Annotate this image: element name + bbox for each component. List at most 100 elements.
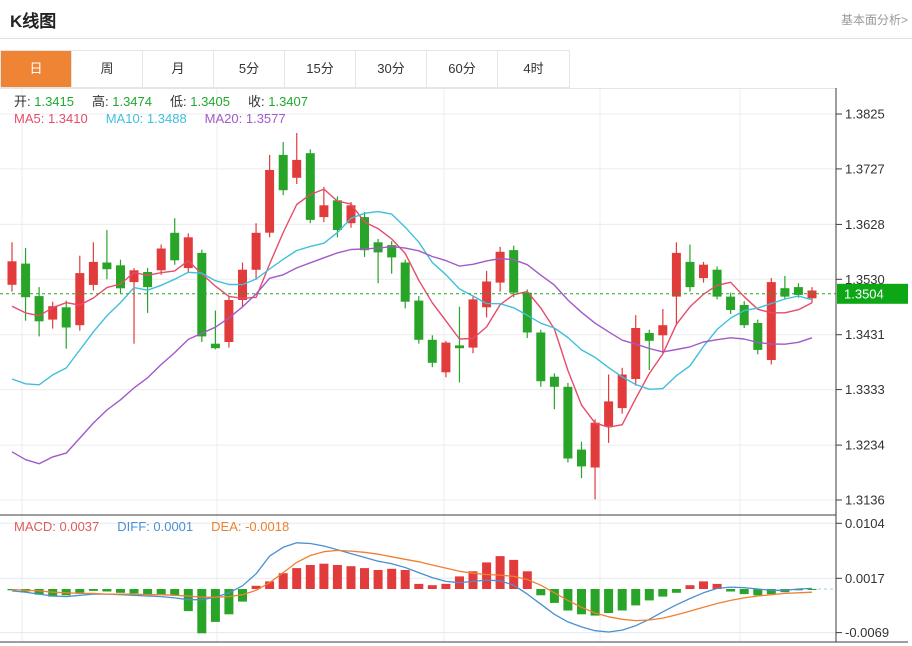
tab-day[interactable]: 日 <box>1 51 72 87</box>
macd-bar <box>658 589 667 597</box>
macd-bar <box>577 589 586 614</box>
ohlc-legend-item: 开: 1.3415 <box>14 91 74 110</box>
tab-month[interactable]: 月 <box>143 51 214 87</box>
macd-bar <box>536 589 545 595</box>
macd-bar <box>441 584 450 589</box>
candle-body <box>645 333 654 341</box>
macd-bar <box>130 589 139 593</box>
macd-bar <box>387 569 396 589</box>
candle-body <box>21 264 30 298</box>
macd-bar <box>292 568 301 589</box>
candle-body <box>401 263 410 302</box>
macd-legend-item: DEA: -0.0018 <box>211 519 289 534</box>
tab-5min[interactable]: 5分 <box>214 51 285 87</box>
macd-bar <box>482 562 491 589</box>
ma-legend-item: MA20: 1.3577 <box>205 111 286 126</box>
candle-body <box>414 301 423 340</box>
header-divider <box>0 38 912 39</box>
candle-body <box>780 288 789 296</box>
candle-body <box>631 328 640 379</box>
macd-bar <box>374 570 383 589</box>
candle-body <box>591 423 600 468</box>
candle-body <box>536 333 545 382</box>
ma-legend-item: MA5: 1.3410 <box>14 111 88 126</box>
macd-bar <box>631 589 640 605</box>
page-title: K线图 <box>10 7 56 32</box>
candle-body <box>62 307 71 327</box>
candle-body <box>550 377 559 387</box>
candle-body <box>563 387 572 459</box>
ohlc-legend-item: 低: 1.3405 <box>170 91 230 110</box>
macd-bar <box>197 589 206 633</box>
kline-panel: K线图 基本面分析> 日周月5分15分30分60分4时 1.38251.3727… <box>0 0 912 646</box>
macd-bar <box>604 589 613 613</box>
candle-body <box>75 273 84 325</box>
candle-body <box>686 262 695 287</box>
macd-bar <box>319 564 328 589</box>
axis-label: 1.3628 <box>845 217 885 232</box>
ma-legend-item: MA10: 1.3488 <box>106 111 187 126</box>
candle-body <box>713 270 722 297</box>
macd-bar <box>170 589 179 595</box>
macd-legend-item: DIFF: 0.0001 <box>117 519 193 534</box>
tab-30min[interactable]: 30分 <box>356 51 427 87</box>
macd-bar <box>89 589 98 591</box>
candle-body <box>577 450 586 467</box>
macd-bar <box>740 589 749 594</box>
axis-label: -0.0069 <box>845 625 889 640</box>
macd-bar <box>157 589 166 595</box>
macd-bar <box>428 585 437 589</box>
candle-body <box>224 300 233 342</box>
candle-body <box>8 261 17 285</box>
axis-label: 1.3333 <box>845 382 885 397</box>
candle-body <box>252 233 261 270</box>
candle-body <box>455 345 464 348</box>
current-price-tag-label: 1.3504 <box>844 286 884 301</box>
candle-body <box>319 205 328 217</box>
macd-bar <box>347 566 356 589</box>
macd-bar <box>672 589 681 593</box>
tab-4hour[interactable]: 4时 <box>498 51 569 87</box>
candle-body <box>658 325 667 335</box>
macd-bar <box>116 589 125 593</box>
macd-bar <box>333 565 342 589</box>
candle-body <box>496 252 505 283</box>
candle-body <box>306 153 315 220</box>
candle-body <box>35 296 44 321</box>
ma10-line <box>12 212 812 390</box>
candle-body <box>726 297 735 310</box>
fundamental-analysis-link[interactable]: 基本面分析> <box>841 11 908 28</box>
macd-legend: MACD: 0.0037DIFF: 0.0001DEA: -0.0018 <box>14 519 289 534</box>
macd-bar <box>414 584 423 589</box>
macd-bar <box>645 589 654 600</box>
tab-60min[interactable]: 60分 <box>427 51 498 87</box>
candle-body <box>89 262 98 285</box>
kline-chart[interactable]: 1.38251.37271.36281.35301.34311.33331.32… <box>0 88 912 646</box>
macd-bar <box>211 589 220 622</box>
macd-bar <box>360 568 369 589</box>
macd-bar <box>75 589 84 593</box>
candle-body <box>197 253 206 337</box>
candle-body <box>333 200 342 230</box>
tab-week[interactable]: 周 <box>72 51 143 87</box>
tab-15min[interactable]: 15分 <box>285 51 356 87</box>
macd-bar <box>306 565 315 589</box>
candle-body <box>102 263 111 270</box>
axis-label: 1.3431 <box>845 327 885 342</box>
candle-body <box>279 155 288 190</box>
candle-body <box>618 375 627 409</box>
candle-body <box>672 253 681 297</box>
axis-label: 0.0017 <box>845 571 885 586</box>
candle-body <box>157 249 166 271</box>
ma-legend: MA5: 1.3410 MA10: 1.3488 MA20: 1.3577 <box>14 111 286 126</box>
macd-bar <box>686 585 695 589</box>
macd-bar <box>143 589 152 594</box>
macd-bar <box>699 581 708 589</box>
candle-body <box>441 343 450 373</box>
candle-body <box>428 340 437 363</box>
candle-body <box>699 265 708 278</box>
ohlc-legend-item: 收: 1.3407 <box>248 91 308 110</box>
candle-body <box>753 323 762 350</box>
macd-bar <box>401 570 410 589</box>
candle-body <box>604 401 613 426</box>
